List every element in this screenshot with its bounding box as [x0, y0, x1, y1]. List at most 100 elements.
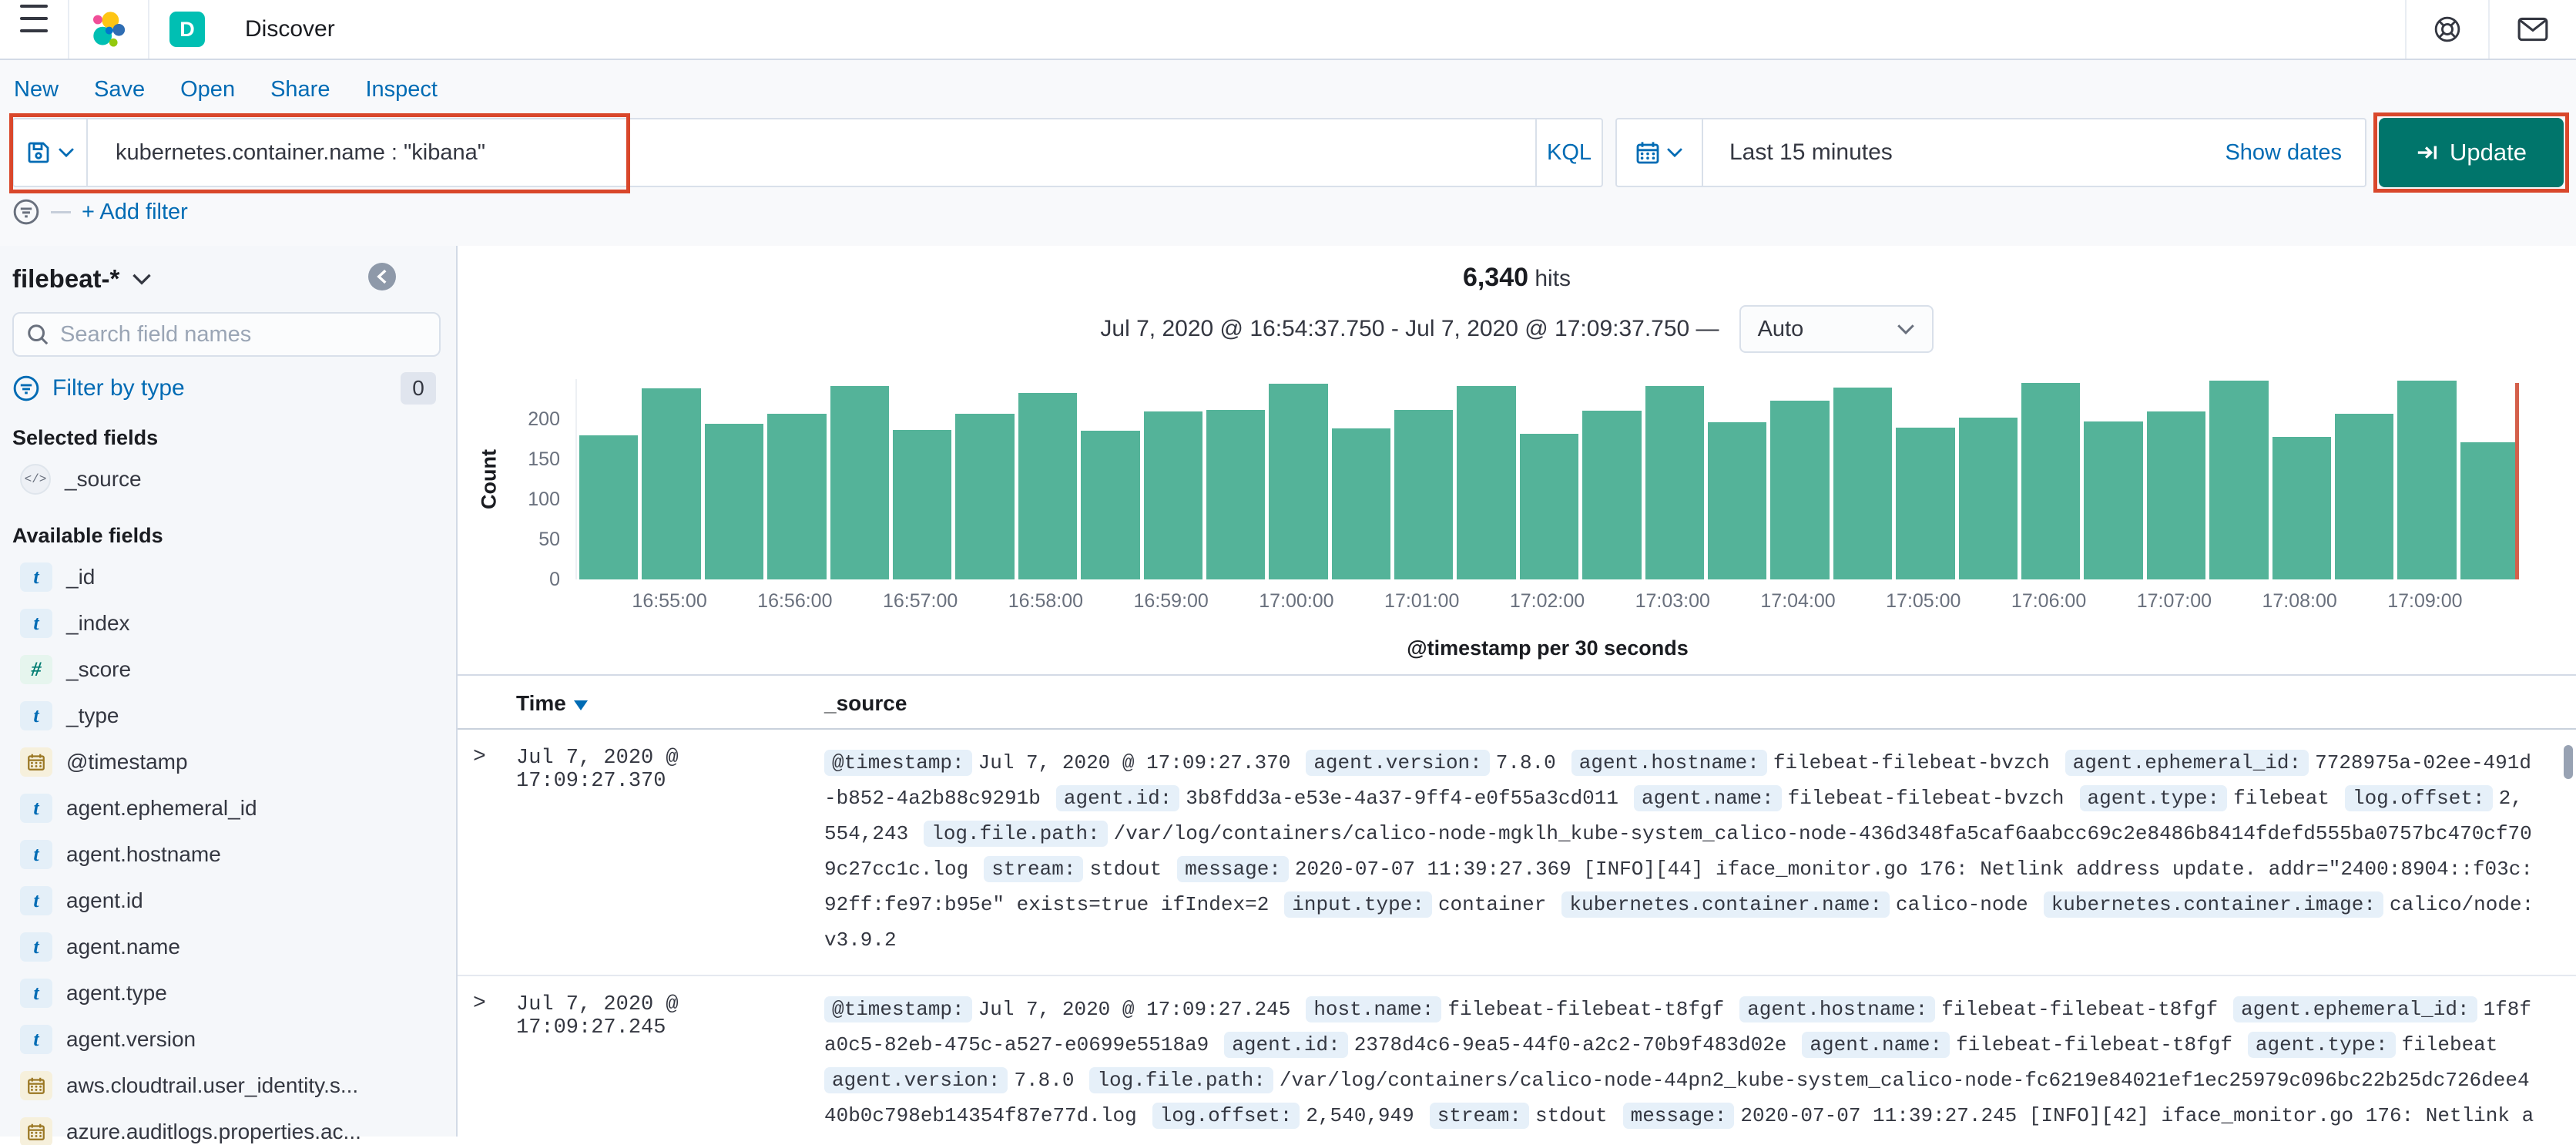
query-text[interactable]: kubernetes.container.name : "kibana" — [88, 140, 1535, 166]
histogram-bar[interactable] — [1269, 384, 1328, 579]
field-item-agent.ephemeral_id[interactable]: t agent.ephemeral_id — [12, 785, 441, 831]
histogram-bar[interactable] — [1958, 417, 2018, 579]
source-field-badge: agent.name: — [1802, 1032, 1950, 1058]
histogram-bar[interactable] — [1143, 411, 1202, 579]
histogram-bar[interactable] — [1394, 409, 1454, 579]
selected-fields-list: </> _source — [12, 456, 441, 502]
hits-summary: 6,340 hits — [458, 263, 2576, 293]
kql-language-button[interactable]: KQL — [1535, 119, 1602, 186]
scrollbar-thumb[interactable] — [2564, 745, 2573, 779]
histogram-bar[interactable] — [579, 435, 639, 579]
histogram-bar[interactable] — [1582, 410, 1642, 579]
date-quick-select-button[interactable] — [1617, 119, 1703, 186]
discover-main-panel: 6,340 hits Jul 7, 2020 @ 16:54:37.750 - … — [456, 246, 2576, 1137]
histogram-bar[interactable] — [704, 424, 764, 579]
histogram-bar[interactable] — [1833, 388, 1893, 579]
expand-row-icon[interactable]: > — [473, 745, 516, 958]
field-item-agent.version[interactable]: t agent.version — [12, 1016, 441, 1063]
histogram-bar[interactable] — [1331, 428, 1391, 579]
interval-select[interactable]: Auto — [1739, 305, 1934, 353]
source-field-badge: log.offset: — [2344, 785, 2493, 811]
histogram-bar[interactable] — [1770, 401, 1830, 579]
x-tick-label: 17:08:00 — [2262, 590, 2337, 612]
field-search-box[interactable] — [12, 312, 441, 357]
help-icon[interactable] — [2407, 0, 2488, 59]
hits-label: hits — [1535, 266, 1571, 291]
field-item-azure.auditlogs.properties.ac...[interactable]: azure.auditlogs.properties.ac... — [12, 1109, 441, 1145]
field-item-_score[interactable]: # _score — [12, 646, 441, 693]
update-button[interactable]: Update — [2373, 112, 2569, 193]
table-header: Time _source — [458, 676, 2576, 730]
histogram-bar[interactable] — [767, 413, 827, 579]
app-badge[interactable]: D — [149, 0, 225, 59]
nav-link-new[interactable]: New — [14, 77, 59, 102]
field-item-agent.id[interactable]: t agent.id — [12, 878, 441, 924]
field-search-input[interactable] — [60, 321, 427, 348]
histogram-bar[interactable] — [1206, 409, 1266, 579]
menu-hamburger-icon[interactable] — [0, 0, 68, 59]
nav-link-save[interactable]: Save — [94, 77, 145, 102]
histogram-chart: Count 200 150 100 50 0 16:55:00 16:56:00 16:57… — [458, 379, 2576, 660]
source-field-value: 3b8fdd3a-e53e-4a37-9ff4-e0f55a3cd011 — [1186, 787, 1618, 810]
field-item-agent.type[interactable]: t agent.type — [12, 970, 441, 1016]
time-range-value[interactable]: Last 15 minutes — [1703, 139, 2225, 166]
histogram-bar[interactable] — [2460, 442, 2520, 579]
calendar-icon — [1636, 142, 1659, 164]
histogram-bar[interactable] — [2209, 381, 2269, 579]
field-item-agent.name[interactable]: t agent.name — [12, 924, 441, 970]
field-item-aws.cloudtrail.user_identity.s...[interactable]: aws.cloudtrail.user_identity.s... — [12, 1063, 441, 1109]
histogram-bar[interactable] — [1708, 422, 1767, 579]
source-field-value: Jul 7, 2020 @ 17:09:27.370 — [978, 751, 1291, 774]
nav-link-open[interactable]: Open — [180, 77, 235, 102]
elastic-logo[interactable] — [69, 0, 148, 59]
histogram-bar[interactable] — [1081, 430, 1140, 579]
discover-app-badge[interactable]: D — [169, 12, 205, 47]
collapse-sidebar-button[interactable] — [368, 263, 396, 290]
source-field-badge: agent.ephemeral_id: — [2233, 996, 2477, 1022]
mail-icon[interactable] — [2490, 0, 2576, 59]
saved-query-menu-button[interactable] — [14, 119, 88, 186]
expand-row-icon[interactable]: > — [473, 992, 516, 1137]
histogram-bar[interactable] — [1519, 433, 1579, 579]
add-filter-button[interactable]: + Add filter — [82, 200, 188, 225]
y-tick-label: 150 — [528, 448, 560, 470]
field-item-_index[interactable]: t _index — [12, 600, 441, 646]
filter-by-type-button[interactable]: Filter by type 0 — [12, 372, 441, 405]
field-item-_id[interactable]: t _id — [12, 554, 441, 600]
histogram-bar[interactable] — [2397, 381, 2457, 579]
nav-link-share[interactable]: Share — [270, 77, 330, 102]
source-column-header: _source — [824, 691, 907, 715]
histogram-bar[interactable] — [642, 388, 701, 579]
time-column-header[interactable]: Time — [516, 691, 824, 716]
field-item-agent.hostname[interactable]: t agent.hostname — [12, 831, 441, 878]
histogram-bar[interactable] — [1896, 428, 1955, 579]
source-field-value: 2378d4c6-9ea5-44f0-a2c2-70b9f483d02e — [1353, 1033, 1787, 1056]
histogram-bar[interactable] — [1645, 386, 1705, 579]
histogram-bar[interactable] — [2334, 413, 2394, 579]
table-row: > Jul 7, 2020 @ 17:09:27.245 @timestamp: Ju… — [458, 976, 2576, 1137]
source-field-value: stdout — [1089, 858, 1162, 881]
string-field-icon: t — [20, 979, 52, 1008]
histogram-bar[interactable] — [2146, 411, 2206, 579]
histogram-bar[interactable] — [955, 413, 1015, 579]
histogram-bar[interactable] — [1018, 392, 1078, 579]
histogram-bar[interactable] — [2084, 421, 2143, 579]
y-tick-label: 200 — [528, 408, 560, 430]
nav-link-inspect[interactable]: Inspect — [365, 77, 438, 102]
histogram-bar[interactable] — [892, 429, 952, 579]
field-item-@timestamp[interactable]: @timestamp — [12, 739, 441, 785]
histogram-bar[interactable] — [2021, 383, 2081, 579]
show-dates-button[interactable]: Show dates — [2225, 140, 2365, 166]
sort-descending-icon[interactable] — [573, 700, 588, 710]
filter-icon[interactable] — [12, 198, 40, 226]
query-input[interactable]: kubernetes.container.name : "kibana" KQL — [9, 113, 1603, 193]
histogram-bar[interactable] — [830, 386, 889, 579]
source-field-badge: agent.hostname: — [1571, 750, 1767, 776]
histogram-bar[interactable] — [1457, 386, 1516, 579]
x-tick-label: 16:58:00 — [1008, 590, 1084, 612]
source-field-badge: stream: — [984, 856, 1084, 882]
field-item-_source[interactable]: </> _source — [12, 456, 441, 502]
filter-icon — [13, 375, 39, 401]
field-item-_type[interactable]: t _type — [12, 693, 441, 739]
histogram-bar[interactable] — [2272, 436, 2331, 579]
